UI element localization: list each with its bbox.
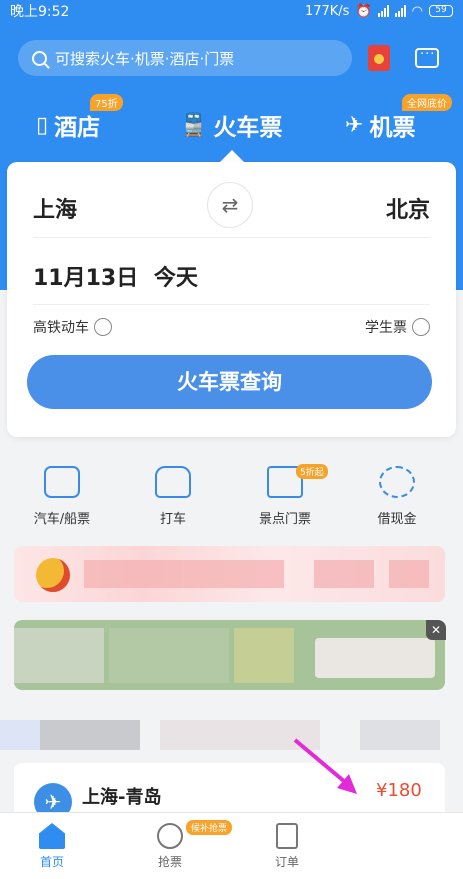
divider <box>33 237 430 238</box>
blurred-strip <box>0 720 40 750</box>
status-icons: 177K/s ⏰ ◠ 59 <box>305 4 453 19</box>
to-city[interactable]: 北京 <box>386 192 430 224</box>
bus-icon <box>44 466 80 498</box>
home-icon <box>39 823 65 849</box>
annotation-arrow <box>293 738 357 794</box>
coin-icon <box>36 558 70 592</box>
service-bus-ship[interactable]: 汽车/船票 <box>17 466 107 527</box>
divider <box>33 304 430 305</box>
blurred-content <box>84 560 284 588</box>
signal-icon <box>377 5 389 17</box>
from-city[interactable]: 上海 <box>33 192 77 224</box>
order-icon <box>276 823 298 849</box>
ad-banner[interactable] <box>14 620 445 690</box>
highspeed-option[interactable]: 高铁动车 <box>33 317 112 337</box>
train-icon: 🚆 <box>180 112 208 138</box>
blurred-strip <box>360 720 440 750</box>
network-speed: 177K/s <box>304 3 350 19</box>
search-bar[interactable]: 可搜索火车·机票·酒店·门票 <box>18 40 352 76</box>
tab-hotel-label: 酒店 <box>54 115 101 141</box>
airplane-icon: ✈ <box>345 112 364 138</box>
date-value: 11月13日 <box>33 266 139 291</box>
service-cash-loan[interactable]: 借现金 <box>352 466 442 527</box>
search-placeholder: 可搜索火车·机票·酒店·门票 <box>55 49 235 68</box>
route-price: ¥180 <box>376 780 422 801</box>
tab-flight[interactable]: ✈ 机票 <box>345 108 415 142</box>
date-selector[interactable]: 11月13日 今天 <box>33 260 198 292</box>
service-label: 景点门票 <box>258 512 311 527</box>
student-radio[interactable] <box>412 318 430 336</box>
service-label: 汽车/船票 <box>33 512 91 527</box>
close-icon[interactable]: ✕ <box>426 620 446 640</box>
search-icon <box>32 50 47 66</box>
message-icon[interactable] <box>415 47 439 68</box>
route-title: 上海-青岛 <box>82 787 162 808</box>
day-label: 今天 <box>153 266 198 291</box>
blurred-content <box>234 628 294 683</box>
highspeed-radio[interactable] <box>94 318 112 336</box>
alarm-icon: ⏰ <box>355 3 372 19</box>
lightning-icon <box>157 823 183 849</box>
tab-orders-label: 订单 <box>274 855 299 869</box>
bottom-tab-bar: 首页 抢票 订单 <box>0 812 463 879</box>
car-icon <box>155 466 191 498</box>
service-taxi[interactable]: 打车 <box>128 466 218 527</box>
student-label: 学生票 <box>365 320 407 336</box>
blurred-content <box>14 628 104 683</box>
signal-icon-2 <box>394 5 406 17</box>
attraction-discount-badge: 5折起 <box>296 464 328 479</box>
swap-cities-button[interactable]: ⇄ <box>207 182 253 228</box>
tab-grab-label: 抢票 <box>157 855 182 869</box>
flight-lowest-price-badge: 全网底价 <box>402 94 452 111</box>
tab-home-label: 首页 <box>39 855 64 869</box>
booking-card: 上海 ⇄ 北京 11月13日 今天 高铁动车 学生票 火车票查询 <box>7 162 456 437</box>
blurred-content <box>109 628 229 683</box>
hotel-icon: ▯ <box>36 112 49 138</box>
status-time: 晚上9:52 <box>10 4 70 20</box>
battery-icon: 59 <box>429 5 453 17</box>
blurred-content <box>314 560 374 588</box>
tab-home[interactable]: 首页 <box>22 823 82 870</box>
blurred-content <box>389 560 429 588</box>
service-label: 打车 <box>159 512 186 527</box>
tab-train-label: 火车票 <box>213 115 283 141</box>
promo-banner[interactable] <box>14 546 445 602</box>
search-train-button[interactable]: 火车票查询 <box>27 355 432 409</box>
wifi-icon: ◠ <box>411 3 423 19</box>
tab-hotel[interactable]: ▯ 酒店 <box>36 108 100 142</box>
bed-image <box>315 638 435 678</box>
status-bar: 晚上9:52 177K/s ⏰ ◠ 59 <box>0 0 463 22</box>
tab-orders[interactable]: 订单 <box>257 823 317 870</box>
highspeed-label: 高铁动车 <box>33 320 89 336</box>
hotel-discount-badge: 75折 <box>90 94 123 111</box>
student-option[interactable]: 学生票 <box>365 317 430 337</box>
tab-flight-label: 机票 <box>369 115 416 141</box>
leaf-icon <box>379 466 415 498</box>
tab-train[interactable]: 🚆 火车票 <box>180 108 282 142</box>
active-tab-indicator <box>220 150 244 162</box>
grab-ticket-badge: 候补抢票 <box>186 820 233 835</box>
service-label: 借现金 <box>377 512 417 527</box>
blurred-strip <box>40 720 140 750</box>
red-packet-icon[interactable] <box>368 45 390 71</box>
